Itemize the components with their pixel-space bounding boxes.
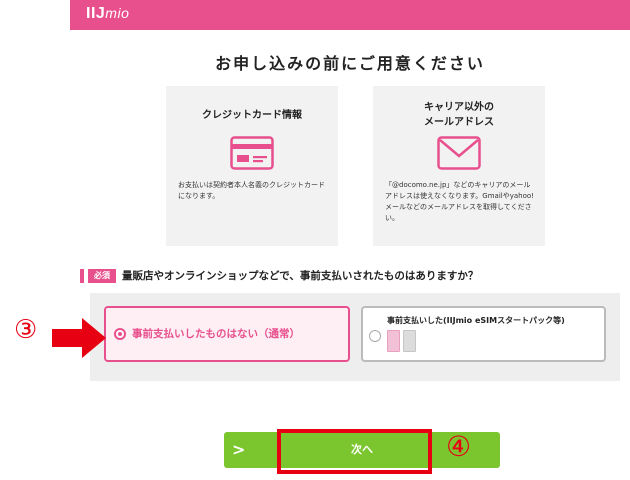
logo-sub-text: mio [105, 5, 130, 21]
required-badge: 必須 [88, 269, 116, 283]
option-no-prepayment[interactable]: 事前支払いしたものはない（通常） [104, 306, 350, 362]
card-title: クレジットカード情報 [202, 110, 302, 121]
option-label: 事前支払いしたものはない（通常） [132, 328, 300, 340]
option-label: 事前支払いした(IIJmio eSIMスタートパック等) [387, 316, 565, 325]
right-arrow-icon [52, 318, 106, 358]
starter-pack-image [403, 330, 416, 352]
email-address-card: キャリア以外の メールアドレス 「@docomo.ne.jp」などのキャリアのメ… [373, 86, 545, 246]
credit-card-icon [230, 136, 274, 170]
credit-card-info-card: クレジットカード情報 お支払いは契約者本人名義のクレジットカードになります。 [166, 86, 338, 246]
question-text: 量販店やオンラインショップなどで、事前支払いされたものはありますか？ [122, 270, 479, 282]
card-title-line1: キャリア以外の [424, 102, 494, 113]
card-description: お支払いは契約者本人名義のクレジットカードになります。 [178, 181, 325, 200]
accent-bar [80, 269, 84, 283]
page-title: お申し込みの前にご用意ください [215, 54, 485, 73]
radio-unselected[interactable] [369, 330, 381, 342]
starter-pack-image [387, 330, 400, 352]
step-3-callout: ③ [14, 315, 38, 345]
card-title: キャリア以外の メールアドレス [373, 100, 545, 130]
option-prepaid-pack[interactable]: 事前支払いした(IIJmio eSIMスタートパック等) [361, 306, 606, 362]
step-4-callout: ④ [446, 430, 472, 463]
top-header-bar: IIJmio [70, 0, 630, 30]
required-question-row: 必須 量販店やオンラインショップなどで、事前支払いされたものはありますか？ [80, 268, 620, 284]
card-title-line2: メールアドレス [424, 117, 494, 128]
next-button-highlight-box [277, 429, 432, 474]
card-description: 「@docomo.ne.jp」などのキャリアのメールアドレスは使えなくなります。… [385, 181, 534, 222]
iijmio-logo[interactable]: IIJmio [86, 5, 129, 23]
radio-selected[interactable] [114, 328, 126, 340]
logo-main-text: IIJ [86, 5, 106, 22]
envelope-icon [437, 136, 481, 170]
